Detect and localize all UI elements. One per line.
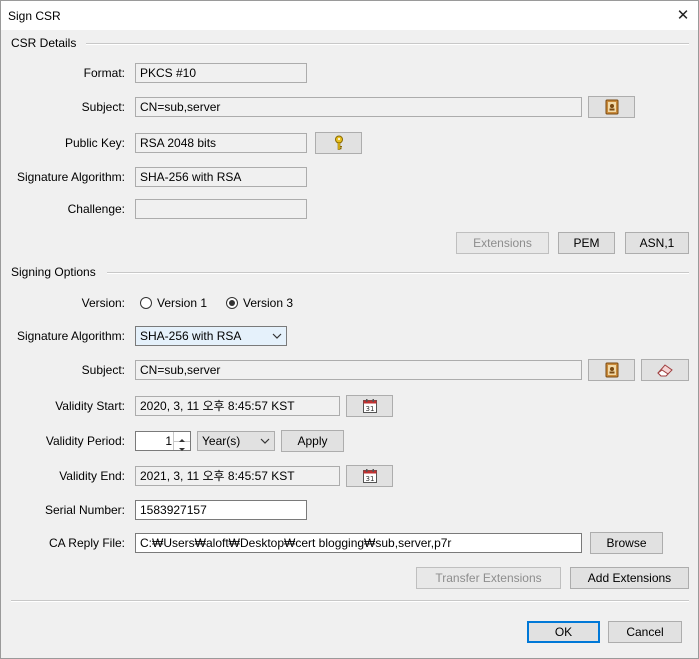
signature-algorithm-value: SHA-256 with RSA [140,329,242,343]
close-icon[interactable]: ✕ [668,1,698,30]
title-bar: Sign CSR ✕ [1,1,698,30]
validity-end-calendar-button[interactable]: 31 [346,465,393,487]
signing-subject-label: Subject: [81,363,125,377]
validity-end-label: Validity End: [59,469,125,483]
extensions-button[interactable]: Extensions [456,232,549,254]
address-book-icon [605,99,618,115]
key-icon [334,135,343,150]
validity-period-value: 1 [165,434,172,448]
validity-start-label: Validity Start: [55,399,125,413]
address-book-icon [605,362,618,378]
version1-label[interactable]: Version 1 [157,296,207,310]
csr-sig-alg-label: Signature Algorithm: [16,170,125,184]
signing-sig-alg-label: Signature Algorithm: [16,329,125,343]
csr-details-separator [86,43,689,45]
ca-reply-file-input[interactable]: C:₩Users₩aloft₩Desktop₩cert blogging₩sub… [135,533,582,553]
subject-label: Subject: [81,100,125,114]
edit-subject-button[interactable] [588,359,635,381]
csr-details-heading: CSR Details [11,36,77,50]
cancel-button[interactable]: Cancel [608,621,682,643]
serial-number-input[interactable]: 1583927157 [135,500,307,520]
challenge-field [135,199,307,219]
browse-button[interactable]: Browse [590,532,663,554]
add-extensions-button[interactable]: Add Extensions [570,567,689,589]
radio-selected-dot [229,300,235,306]
format-field: PKCS #10 [135,63,307,83]
validity-period-spinner[interactable]: 1 [135,431,191,451]
eraser-icon [657,364,673,377]
clear-subject-button[interactable] [641,359,689,381]
version3-radio[interactable] [226,297,238,309]
chevron-down-icon [272,333,282,339]
validity-start-field: 2020, 3, 11 오후 8:45:57 KST [135,396,340,416]
validity-period-label: Validity Period: [45,434,125,448]
pem-button[interactable]: PEM [558,232,615,254]
signing-options-separator [107,272,689,274]
transfer-extensions-button[interactable]: Transfer Extensions [416,567,561,589]
signing-options-heading: Signing Options [11,265,96,279]
validity-unit-select[interactable]: Year(s) [197,431,275,451]
window-title: Sign CSR [8,9,61,23]
csr-sig-alg-field: SHA-256 with RSA [135,167,307,187]
public-key-field: RSA 2048 bits [135,133,307,153]
calendar-icon: 31 [362,469,377,483]
format-label: Format: [83,66,125,80]
version-label: Version: [81,296,125,310]
svg-text:31: 31 [365,475,374,483]
validity-end-field: 2021, 3, 11 오후 8:45:57 KST [135,466,340,486]
svg-text:31: 31 [365,405,374,413]
version1-radio[interactable] [140,297,152,309]
public-key-label: Public Key: [64,136,125,150]
validity-unit-value: Year(s) [202,434,241,448]
footer-separator [11,600,689,602]
signing-subject-field: CN=sub,server [135,360,582,380]
ok-button[interactable]: OK [527,621,600,643]
serial-number-label: Serial Number: [44,503,125,517]
spinner-arrows [173,432,190,451]
apply-button[interactable]: Apply [281,430,344,452]
sign-csr-dialog: Sign CSR ✕ CSR Details Format: PKCS #10 … [0,0,699,659]
ca-reply-file-label: CA Reply File: [48,536,125,550]
csr-subject-field: CN=sub,server [135,97,582,117]
challenge-label: Challenge: [67,202,125,216]
calendar-icon: 31 [362,399,377,413]
chevron-down-icon [260,438,270,444]
spin-down-icon[interactable] [174,441,190,451]
signature-algorithm-select[interactable]: SHA-256 with RSA [135,326,287,346]
validity-start-calendar-button[interactable]: 31 [346,395,393,417]
version3-label[interactable]: Version 3 [243,296,293,310]
view-public-key-button[interactable] [315,132,362,154]
view-subject-button[interactable] [588,96,635,118]
asn1-button[interactable]: ASN,1 [625,232,689,254]
